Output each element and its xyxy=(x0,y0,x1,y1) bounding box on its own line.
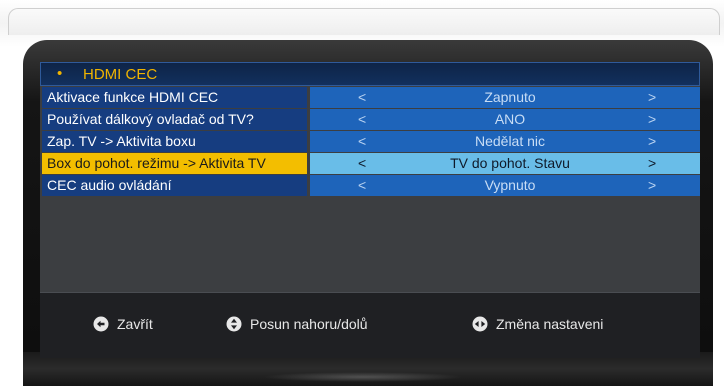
setting-value-selector[interactable]: < ANO > xyxy=(310,109,700,130)
arrow-right-icon[interactable]: > xyxy=(648,153,656,174)
hint-change-label: Změna nastaveni xyxy=(496,316,604,332)
setting-label: Box do pohot. režimu -> Aktivita TV xyxy=(42,153,307,174)
menu-screen: • HDMI CEC Aktivace funkce HDMI CEC < Za… xyxy=(40,62,700,358)
menu-title: HDMI CEC xyxy=(83,66,158,83)
arrow-left-icon[interactable]: < xyxy=(358,87,366,108)
arrow-left-icon[interactable]: < xyxy=(358,175,366,196)
setting-row-hdmi-cec[interactable]: Aktivace funkce HDMI CEC < Zapnuto > xyxy=(42,87,700,108)
up-down-icon xyxy=(226,316,242,332)
hint-close[interactable]: Zavřít xyxy=(93,315,153,333)
arrow-right-icon[interactable]: > xyxy=(648,131,656,152)
left-right-icon xyxy=(472,316,488,332)
hint-move-label: Posun nahoru/dolů xyxy=(250,316,368,332)
setting-value-selector[interactable]: < TV do pohot. Stavu > xyxy=(310,153,700,174)
frame-top-edge xyxy=(8,8,720,35)
setting-row-box-standby-tv-action[interactable]: Box do pohot. režimu -> Aktivita TV < TV… xyxy=(42,153,700,174)
settings-list: Aktivace funkce HDMI CEC < Zapnuto > Pou… xyxy=(42,87,700,197)
setting-row-tv-on-box-action[interactable]: Zap. TV -> Aktivita boxu < Nedělat nic > xyxy=(42,131,700,152)
setting-value-selector[interactable]: < Vypnuto > xyxy=(310,175,700,196)
setting-row-tv-remote[interactable]: Používat dálkový ovladač od TV? < ANO > xyxy=(42,109,700,130)
setting-value-selector[interactable]: < Nedělat nic > xyxy=(310,131,700,152)
hint-close-label: Zavřít xyxy=(117,316,153,332)
setting-value-selector[interactable]: < Zapnuto > xyxy=(310,87,700,108)
arrow-left-icon[interactable]: < xyxy=(358,131,366,152)
setting-value: Nedělat nic xyxy=(474,133,546,149)
setting-label: Zap. TV -> Aktivita boxu xyxy=(42,131,307,152)
bullet-icon: • xyxy=(57,65,63,82)
hint-change[interactable]: Změna nastaveni xyxy=(472,315,603,333)
setting-label: CEC audio ovládání xyxy=(42,175,307,196)
setting-value: Zapnuto xyxy=(484,89,536,105)
arrow-right-icon[interactable]: > xyxy=(648,87,656,108)
setting-value: TV do pohot. Stavu xyxy=(450,155,570,171)
arrow-right-icon[interactable]: > xyxy=(648,175,656,196)
arrow-left-icon[interactable]: < xyxy=(358,153,366,174)
setting-row-cec-audio[interactable]: CEC audio ovládání < Vypnuto > xyxy=(42,175,700,196)
arrow-left-icon[interactable]: < xyxy=(358,109,366,130)
setting-value: ANO xyxy=(494,111,526,127)
tv-logo-gloss xyxy=(263,372,463,382)
back-arrow-icon xyxy=(93,316,109,332)
menu-title-bar: • HDMI CEC xyxy=(40,62,700,86)
setting-label: Používat dálkový ovladač od TV? xyxy=(42,109,307,130)
key-hints-bar: Zavřít Posun nahoru/dolů Změna nastaveni xyxy=(40,292,700,358)
setting-label: Aktivace funkce HDMI CEC xyxy=(42,87,307,108)
setting-value: Vypnuto xyxy=(484,177,536,193)
arrow-right-icon[interactable]: > xyxy=(648,109,656,130)
hint-move[interactable]: Posun nahoru/dolů xyxy=(226,315,368,333)
